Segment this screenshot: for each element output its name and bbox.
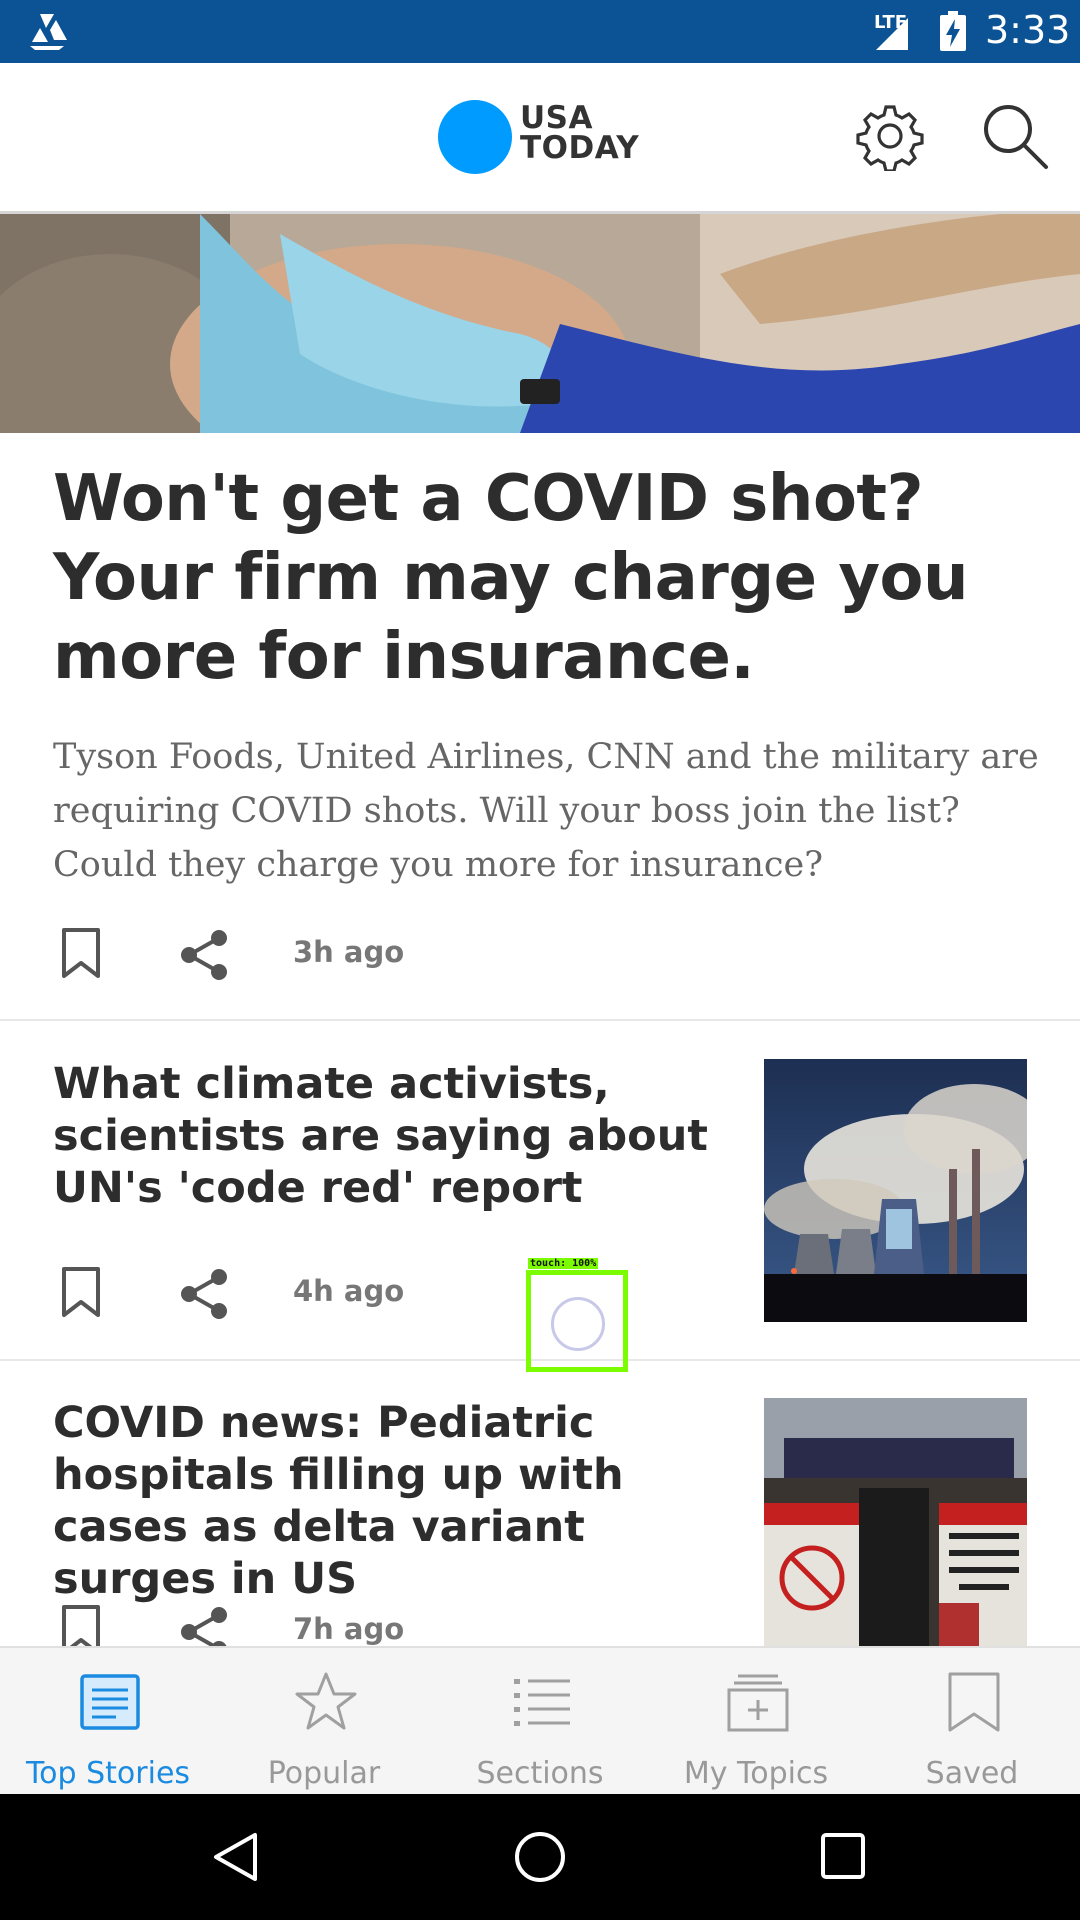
share-icon[interactable] bbox=[179, 1268, 229, 1320]
nav-sections[interactable]: Sections bbox=[432, 1648, 648, 1796]
bookmark-icon bbox=[948, 1672, 1000, 1732]
lead-story-headline[interactable]: Won't get a COVID shot? Your firm may ch… bbox=[53, 460, 1043, 697]
add-topic-icon bbox=[727, 1674, 789, 1732]
touch-indicator-label: touch: 100% bbox=[528, 1258, 599, 1269]
story-thumbnail[interactable] bbox=[764, 1398, 1027, 1646]
nav-popular[interactable]: Popular bbox=[216, 1648, 432, 1796]
touch-indicator bbox=[526, 1270, 628, 1372]
battery-charging-icon bbox=[940, 11, 966, 51]
newspaper-icon bbox=[80, 1674, 140, 1730]
signal-icon bbox=[876, 18, 908, 50]
app-notification-icon bbox=[30, 14, 67, 50]
story-timestamp: 4h ago bbox=[293, 1274, 405, 1308]
hospital-entrance-photo bbox=[764, 1398, 1027, 1646]
nav-saved[interactable]: Saved bbox=[864, 1648, 1080, 1796]
nav-label: Top Stories bbox=[25, 1756, 191, 1791]
logo-line-1: USA bbox=[520, 100, 593, 136]
star-icon bbox=[295, 1672, 357, 1730]
recents-icon[interactable] bbox=[820, 1832, 866, 1880]
system-nav-bar bbox=[0, 1794, 1080, 1920]
lead-story-meta: 3h ago bbox=[53, 917, 553, 987]
bottom-nav: Top Stories Popular Sections My Topics S… bbox=[0, 1646, 1080, 1796]
share-icon[interactable] bbox=[179, 929, 229, 981]
status-bar: LTE 3:33 bbox=[0, 0, 1080, 63]
list-icon bbox=[514, 1679, 570, 1726]
gear-icon[interactable] bbox=[855, 101, 925, 171]
story-timestamp: 7h ago bbox=[293, 1612, 405, 1646]
nav-label: Saved bbox=[925, 1756, 1019, 1791]
home-icon[interactable] bbox=[513, 1830, 567, 1884]
back-icon[interactable] bbox=[213, 1832, 259, 1882]
bookmark-icon[interactable] bbox=[61, 927, 101, 979]
app-logo[interactable]: USA TODAY bbox=[520, 100, 640, 166]
nav-top-stories[interactable]: Top Stories bbox=[0, 1648, 216, 1796]
touch-point-icon bbox=[551, 1297, 605, 1351]
nav-label: Sections bbox=[476, 1756, 604, 1791]
story-thumbnail[interactable] bbox=[764, 1059, 1027, 1322]
logo-line-2: TODAY bbox=[520, 130, 640, 166]
search-icon[interactable] bbox=[980, 101, 1050, 171]
story-meta: 4h ago bbox=[53, 1256, 553, 1326]
nav-label: My Topics bbox=[683, 1756, 829, 1791]
story-headline[interactable]: What climate activists, scientists are s… bbox=[53, 1058, 743, 1214]
bookmark-icon[interactable] bbox=[61, 1266, 101, 1318]
lead-story-image[interactable] bbox=[0, 214, 1080, 433]
nav-my-topics[interactable]: My Topics bbox=[648, 1648, 864, 1796]
vaccination-photo bbox=[0, 214, 1080, 433]
nav-label: Popular bbox=[267, 1756, 381, 1791]
divider bbox=[0, 1019, 1080, 1021]
logo-icon bbox=[438, 100, 512, 174]
power-plant-photo bbox=[764, 1059, 1027, 1322]
app-header: USA TODAY bbox=[0, 63, 1080, 214]
clock: 3:33 bbox=[985, 8, 1071, 52]
story-timestamp: 3h ago bbox=[293, 935, 405, 969]
story-headline[interactable]: COVID news: Pediatric hospitals filling … bbox=[53, 1397, 743, 1605]
lead-story-summary[interactable]: Tyson Foods, United Airlines, CNN and th… bbox=[53, 730, 1043, 892]
